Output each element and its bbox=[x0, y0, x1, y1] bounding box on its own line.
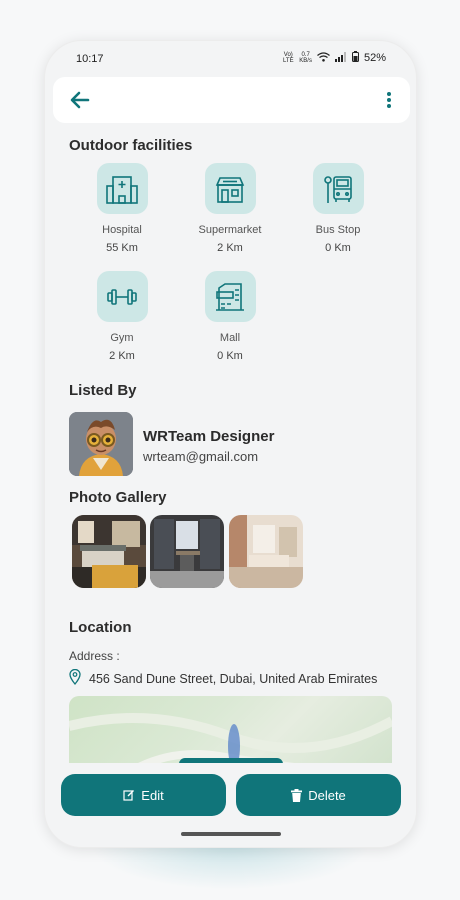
network-speed: 0.7 KB/s bbox=[299, 52, 312, 64]
photo-gallery-title: Photo Gallery bbox=[69, 489, 167, 506]
delete-button[interactable]: Delete bbox=[236, 774, 401, 816]
phone-frame: 10:17 Vo) LTE 0.7 KB/s 52% Outdoor facil… bbox=[44, 40, 417, 848]
facility-distance: 0 Km bbox=[325, 242, 351, 254]
location-pin-icon bbox=[69, 668, 81, 688]
hospital-icon bbox=[96, 163, 148, 214]
volte-indicator: Vo) LTE bbox=[283, 52, 294, 64]
lister-name: WRTeam Designer bbox=[143, 428, 275, 445]
battery-icon bbox=[351, 51, 359, 65]
location-title: Location bbox=[69, 619, 132, 636]
facility-distance: 55 Km bbox=[106, 242, 138, 254]
mall-icon bbox=[204, 271, 256, 322]
gallery-photo[interactable] bbox=[72, 515, 146, 588]
gallery-photo[interactable] bbox=[150, 515, 224, 588]
bus-stop-icon bbox=[312, 163, 364, 214]
address-row: 456 Sand Dune Street, Dubai, United Arab… bbox=[69, 668, 378, 688]
facility-bus-stop: Bus Stop 0 Km bbox=[288, 163, 388, 254]
status-bar: 10:17 Vo) LTE 0.7 KB/s 52% bbox=[45, 41, 416, 77]
facility-name: Bus Stop bbox=[315, 224, 361, 236]
edit-button[interactable]: Edit bbox=[61, 774, 226, 816]
supermarket-icon bbox=[204, 163, 256, 214]
edit-label: Edit bbox=[141, 787, 164, 803]
facility-name: Mall bbox=[219, 332, 241, 344]
facilities-title: Outdoor facilities bbox=[69, 137, 193, 154]
battery-percent: 52% bbox=[363, 52, 386, 64]
status-icons: Vo) LTE 0.7 KB/s 52% bbox=[282, 51, 386, 65]
wifi-icon bbox=[317, 51, 330, 65]
facility-hospital: Hospital 55 Km bbox=[72, 163, 172, 254]
facility-name: Hospital bbox=[102, 224, 142, 236]
gallery-photo[interactable] bbox=[229, 515, 303, 588]
trash-icon bbox=[291, 788, 303, 802]
facility-distance: 2 Km bbox=[109, 350, 135, 362]
network-speed-unit: KB/s bbox=[299, 58, 312, 64]
address-label: Address : bbox=[69, 649, 120, 663]
facility-name: Gym bbox=[110, 332, 134, 344]
back-button[interactable] bbox=[67, 87, 93, 113]
avatar bbox=[69, 412, 133, 476]
facility-mall: Mall 0 Km bbox=[180, 271, 280, 362]
facility-gym: Gym 2 Km bbox=[72, 271, 172, 362]
signal-icon bbox=[334, 51, 347, 65]
listed-by-title: Listed By bbox=[69, 382, 137, 399]
status-time: 10:17 bbox=[76, 53, 104, 65]
edit-icon bbox=[123, 790, 135, 801]
facility-distance: 2 Km bbox=[217, 242, 243, 254]
facility-supermarket: Supermarket 2 Km bbox=[180, 163, 280, 254]
facility-name: Supermarket bbox=[198, 224, 262, 236]
more-options-button[interactable] bbox=[382, 87, 396, 113]
facility-distance: 0 Km bbox=[217, 350, 243, 362]
address-text: 456 Sand Dune Street, Dubai, United Arab… bbox=[89, 671, 378, 686]
lister-email[interactable]: wrteam@gmail.com bbox=[143, 449, 258, 464]
arrow-left-icon bbox=[70, 91, 90, 109]
dumbbell-icon bbox=[96, 271, 148, 322]
app-bar bbox=[53, 77, 410, 123]
more-vertical-icon bbox=[387, 92, 391, 108]
delete-label: Delete bbox=[308, 787, 346, 803]
home-indicator bbox=[181, 832, 281, 836]
